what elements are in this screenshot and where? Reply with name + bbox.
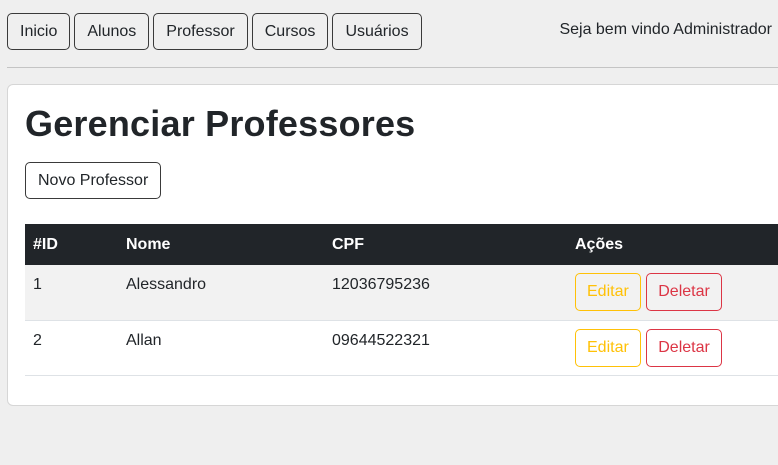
cell-id: 1 <box>33 276 42 293</box>
page-title: Gerenciar Professores <box>25 103 416 144</box>
nav-cursos-button[interactable]: Cursos <box>251 13 329 50</box>
delete-button[interactable]: Deletar <box>646 273 722 311</box>
cell-nome: Alessandro <box>126 276 207 293</box>
cell-actions: Editar Deletar <box>567 320 778 375</box>
welcome-message: Seja bem vindo Administrador <box>559 21 772 38</box>
cell-cpf: 09644522321 <box>332 331 430 349</box>
professors-table: #ID Nome CPF Ações 1 Alessandro 12036795… <box>25 224 778 376</box>
cell-id: 2 <box>33 331 42 349</box>
edit-button[interactable]: Editar <box>575 328 641 367</box>
top-bar: Inicio Alunos Professor Cursos Usuários … <box>0 0 778 67</box>
cell-nome: Allan <box>126 331 162 349</box>
column-header-cpf: CPF <box>332 235 364 253</box>
column-header-id: #ID <box>33 235 58 253</box>
content-card: Gerenciar Professores Novo Professor #ID… <box>7 84 778 406</box>
nav-alunos-button[interactable]: Alunos <box>74 13 150 50</box>
main-nav: Inicio Alunos Professor Cursos Usuários <box>7 13 422 50</box>
table-row: 1 Alessandro 12036795236 Editar Deletar <box>25 265 778 320</box>
column-header-nome: Nome <box>126 235 171 253</box>
cell-cpf: 12036795236 <box>332 276 430 293</box>
table-header: #ID Nome CPF Ações <box>25 224 778 265</box>
header-divider <box>7 67 778 68</box>
table-row: 2 Allan 09644522321 Editar Deletar <box>25 320 778 375</box>
nav-professor-button[interactable]: Professor <box>153 13 248 50</box>
nav-usuarios-button[interactable]: Usuários <box>332 13 422 50</box>
delete-button[interactable]: Deletar <box>646 328 722 367</box>
cell-actions: Editar Deletar <box>567 265 778 320</box>
edit-button[interactable]: Editar <box>575 273 641 311</box>
column-header-acoes: Ações <box>575 235 624 253</box>
nav-inicio-button[interactable]: Inicio <box>7 13 71 50</box>
new-professor-button[interactable]: Novo Professor <box>25 162 162 199</box>
